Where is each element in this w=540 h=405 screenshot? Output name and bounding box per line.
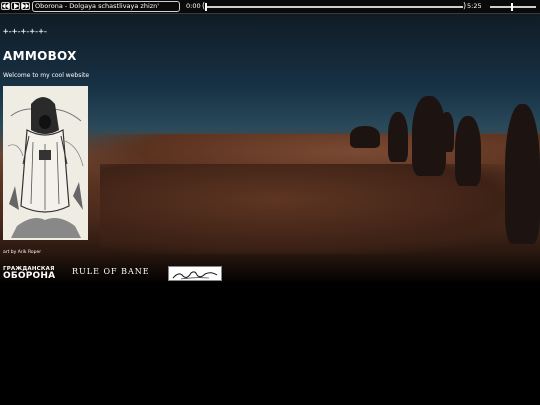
rewind-icon [2,3,9,9]
track-title-display: Oborona - Dolgaya schastlivaya zhizn' [32,1,180,12]
robed-figure-illustration [3,86,88,240]
welcome-text: Welcome to my cool website [3,72,90,79]
play-button[interactable] [11,2,20,10]
robed-figure [350,126,380,148]
signature-logo[interactable] [168,266,222,281]
robed-figure [505,104,540,244]
signature-scribble-icon [172,271,218,280]
robed-figure [455,116,481,186]
site-title: AMMOBOX [3,49,77,63]
previous-track-button[interactable] [1,2,10,10]
art-credit-caption: art by Arik Roper [3,250,42,255]
seek-bar[interactable] [205,3,463,11]
volume-slider[interactable] [490,3,536,11]
volume-handle[interactable] [511,3,514,11]
robed-figure [440,112,454,152]
play-icon [13,3,19,9]
header-decoration: +-+-+-+-+- [3,27,48,37]
seek-handle[interactable] [205,3,207,11]
logo-line-2: ОБОРОНА [3,271,56,281]
next-track-button[interactable] [21,2,30,10]
grazhdanskaya-oborona-logo[interactable]: ГРАЖДАНСКАЯ ОБОРОНА [3,266,63,282]
total-time: 5:25 [467,2,482,10]
artwork-image [3,86,88,240]
blackletter-band-logo[interactable]: RULE OF BANE [72,266,156,278]
fast-forward-icon [22,3,29,9]
robed-figure [388,112,408,162]
current-time: 0:00 [186,2,201,10]
music-player-bar: Oborona - Dolgaya schastlivaya zhizn' 0:… [0,0,540,14]
seek-bar-right-cap: ) [463,1,467,10]
